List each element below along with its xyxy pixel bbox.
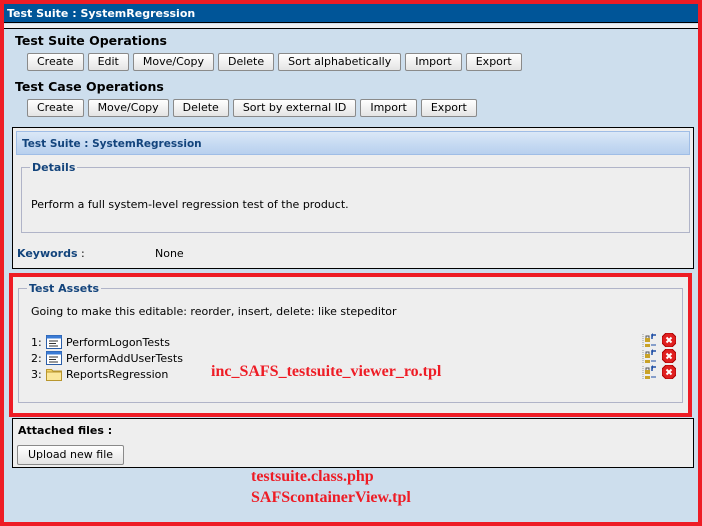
attached-files-label: Attached files : [18,424,113,437]
case-export-button[interactable]: Export [420,99,477,117]
case-operations-toolbar: Create Move/Copy Delete Sort by external… [27,99,477,117]
asset-actions [642,332,677,380]
asset-action-row [642,348,677,364]
asset-name[interactable]: PerformAddUserTests [66,352,183,365]
delete-icon[interactable] [661,364,677,380]
suite-operations-toolbar: Create Edit Move/Copy Delete Sort alphab… [27,53,522,71]
details-text: Perform a full system-level regression t… [31,198,349,211]
case-create-button[interactable]: Create [27,99,84,117]
asset-action-row [642,332,677,348]
suite-move-copy-button[interactable]: Move/Copy [132,53,214,71]
folder-icon [46,367,62,381]
asset-number: 3: [31,367,42,381]
case-move-copy-button[interactable]: Move/Copy [87,99,169,117]
asset-number: 1: [31,335,42,349]
template-annotation: inc_SAFS_testsuite_viewer_ro.tpl [211,363,442,380]
case-delete-button[interactable]: Delete [172,99,229,117]
test-assets-note: Going to make this editable: reorder, in… [31,305,397,318]
suite-delete-button[interactable]: Delete [217,53,275,71]
details-legend: Details [32,161,76,174]
details-fieldset: Details [21,161,690,233]
class-file-annotation: testsuite.class.php [251,468,374,485]
suite-sort-alphabetically-button[interactable]: Sort alphabetically [278,53,402,71]
title-separator [4,24,698,29]
suite-edit-button[interactable]: Edit [87,53,129,71]
test-assets-list: 1: PerformLogonTests 2: PerformAddUserTe… [31,334,183,382]
reorder-icon[interactable] [642,332,658,348]
view-template-annotation: SAFScontainerView.tpl [251,489,411,506]
suite-export-button[interactable]: Export [465,53,522,71]
reorder-icon[interactable] [642,348,658,364]
delete-icon[interactable] [661,332,677,348]
asset-number: 2: [31,351,42,365]
test-case-icon [46,335,62,349]
suite-import-button[interactable]: Import [405,53,462,71]
keywords-value: None [155,247,184,260]
keywords-label-text: Keywords [17,247,78,260]
test-assets-legend: Test Assets [29,282,100,295]
reorder-icon[interactable] [642,364,658,380]
asset-name[interactable]: ReportsRegression [66,368,168,381]
asset-name[interactable]: PerformLogonTests [66,336,170,349]
delete-icon[interactable] [661,348,677,364]
test-suite-info-panel: Test Suite : SystemRegression Details Pe… [12,127,694,269]
case-sort-external-id-button[interactable]: Sort by external ID [232,99,357,117]
case-import-button[interactable]: Import [360,99,417,117]
asset-item[interactable]: 1: PerformLogonTests [31,334,183,350]
keywords-label: Keywords : [17,247,85,260]
asset-item[interactable]: 2: PerformAddUserTests [31,350,183,366]
asset-action-row [642,364,677,380]
upload-new-file-button[interactable]: Upload new file [17,445,125,465]
attachments-panel: Attached files : Upload new file [12,418,694,468]
asset-item[interactable]: 3: ReportsRegression [31,366,183,382]
test-case-icon [46,351,62,365]
keywords-colon: : [77,247,85,260]
window-title: Test Suite : SystemRegression [7,7,196,20]
suite-operations-heading: Test Suite Operations [15,33,167,48]
suite-create-button[interactable]: Create [27,53,84,71]
panel-title: Test Suite : SystemRegression [16,131,690,155]
test-assets-panel: Test Assets Going to make this editable:… [9,273,692,417]
window-title-bar: Test Suite : SystemRegression [4,4,698,23]
case-operations-heading: Test Case Operations [15,79,164,94]
